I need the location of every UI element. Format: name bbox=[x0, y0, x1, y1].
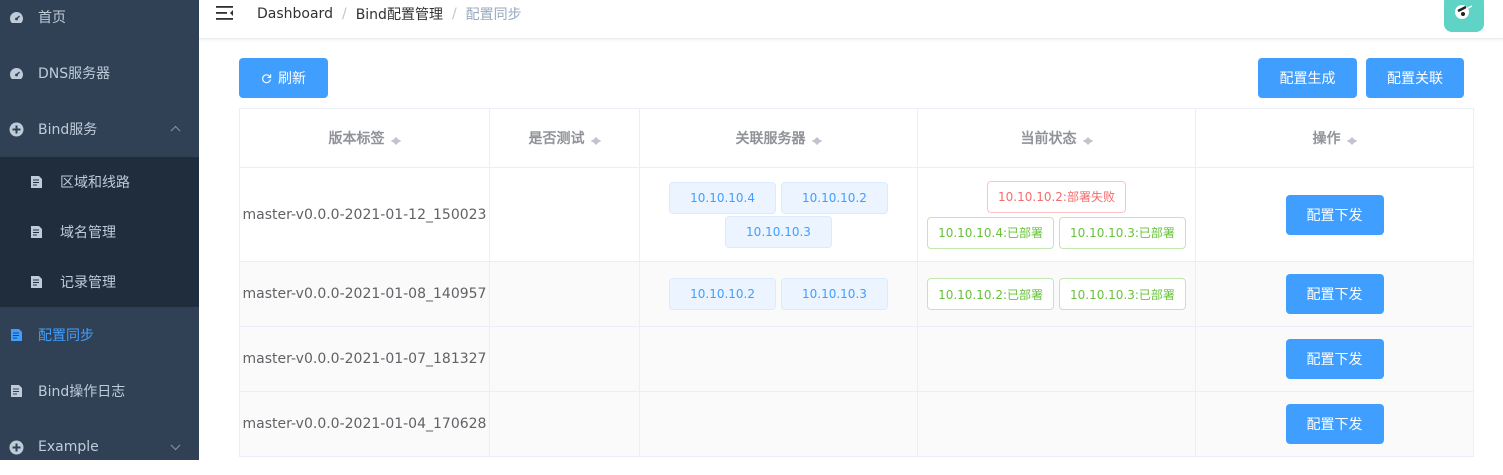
document-icon bbox=[8, 383, 24, 399]
server-tag: 10.10.10.4 bbox=[669, 181, 776, 214]
table-row: master-v0.0.0-2021-01-07_181327 配置下发 bbox=[240, 327, 1474, 392]
column-header-status[interactable]: 当前状态 bbox=[918, 109, 1196, 167]
sidebar-item-record-management[interactable]: 记录管理 bbox=[0, 257, 199, 307]
sidebar-item-label: Example bbox=[38, 439, 99, 455]
refresh-label: 刷新 bbox=[278, 71, 306, 87]
sidebar-item-zones-lines[interactable]: 区域和线路 bbox=[0, 157, 199, 207]
table-header: 版本标签 是否测试 关联服务器 当前状态 操作 bbox=[240, 109, 1474, 168]
sort-icon[interactable] bbox=[1082, 132, 1093, 146]
document-icon bbox=[28, 174, 44, 190]
deploy-config-button[interactable]: 配置下发 bbox=[1285, 404, 1384, 444]
breadcrumb-item[interactable]: Dashboard bbox=[257, 6, 333, 22]
chevron-down-icon bbox=[170, 440, 181, 451]
document-icon bbox=[8, 327, 24, 343]
sidebar-item-label: 域名管理 bbox=[60, 225, 116, 241]
link-config-button[interactable]: 配置关联 bbox=[1366, 58, 1464, 98]
refresh-button[interactable]: 刷新 bbox=[239, 58, 328, 98]
navbar: Dashboard / Bind配置管理 / 配置同步 bbox=[199, 0, 1503, 39]
hamburger-icon[interactable] bbox=[216, 6, 233, 20]
refresh-icon bbox=[262, 73, 272, 83]
version-cell: master-v0.0.0-2021-01-04_170628 bbox=[240, 392, 490, 456]
status-tag-deployed: 10.10.10.4:已部署 bbox=[927, 216, 1054, 249]
column-header-test[interactable]: 是否测试 bbox=[490, 109, 640, 167]
test-cell bbox=[490, 327, 640, 391]
bind-icon bbox=[8, 121, 24, 137]
sidebar-item-label: 记录管理 bbox=[60, 275, 116, 291]
sidebar-item-bind-service[interactable]: Bind服务 bbox=[0, 101, 199, 157]
status-tag-deployed: 10.10.10.3:已部署 bbox=[1059, 216, 1186, 249]
test-cell bbox=[490, 262, 640, 326]
server-tag: 10.10.10.3 bbox=[781, 278, 888, 310]
table-row: master-v0.0.0-2021-01-12_150023 10.10.10… bbox=[240, 168, 1474, 262]
version-cell: master-v0.0.0-2021-01-07_181327 bbox=[240, 327, 490, 391]
breadcrumb-item-current: 配置同步 bbox=[465, 7, 522, 23]
status-tag-failed: 10.10.10.2:部署失败 bbox=[987, 180, 1126, 213]
sort-icon[interactable] bbox=[811, 132, 822, 146]
test-cell bbox=[490, 392, 640, 456]
status-tag-deployed: 10.10.10.2:已部署 bbox=[927, 278, 1054, 310]
deploy-config-button[interactable]: 配置下发 bbox=[1285, 339, 1384, 379]
column-header-version[interactable]: 版本标签 bbox=[240, 109, 490, 167]
avatar[interactable] bbox=[1444, 0, 1484, 32]
test-cell bbox=[490, 168, 640, 261]
sidebar-item-bind-logs[interactable]: Bind操作日志 bbox=[0, 363, 199, 419]
table-row: master-v0.0.0-2021-01-04_170628 配置下发 bbox=[240, 392, 1474, 457]
sidebar: 首页 DNS服务器 Bind服务 区域和线路 域名管理 记录管理 配置同步 Bi… bbox=[0, 0, 199, 460]
config-table: 版本标签 是否测试 关联服务器 当前状态 操作 master-v0.0.0-20… bbox=[239, 108, 1474, 457]
sidebar-item-config-sync[interactable]: 配置同步 bbox=[0, 307, 199, 363]
sort-icon[interactable] bbox=[390, 132, 401, 146]
document-icon bbox=[28, 224, 44, 240]
column-header-servers[interactable]: 关联服务器 bbox=[640, 109, 918, 167]
document-icon bbox=[28, 274, 44, 290]
sidebar-item-home[interactable]: 首页 bbox=[0, 0, 199, 45]
status-tag-deployed: 10.10.10.3:已部署 bbox=[1059, 278, 1186, 310]
version-cell: master-v0.0.0-2021-01-12_150023 bbox=[240, 168, 490, 261]
sidebar-item-label: Bind服务 bbox=[38, 122, 98, 138]
sort-icon[interactable] bbox=[1346, 132, 1357, 146]
sort-icon[interactable] bbox=[590, 132, 601, 146]
sidebar-item-label: DNS服务器 bbox=[38, 66, 111, 82]
server-tag: 10.10.10.3 bbox=[725, 215, 832, 248]
breadcrumb-item[interactable]: Bind配置管理 bbox=[356, 4, 443, 24]
column-header-actions[interactable]: 操作 bbox=[1196, 109, 1474, 167]
dashboard-icon bbox=[8, 9, 24, 25]
deploy-config-button[interactable]: 配置下发 bbox=[1285, 194, 1384, 235]
sidebar-item-label: 配置同步 bbox=[38, 328, 94, 344]
sidebar-item-label: Bind操作日志 bbox=[38, 384, 126, 400]
sidebar-item-label: 首页 bbox=[38, 10, 66, 26]
example-icon bbox=[8, 439, 24, 455]
breadcrumb: Dashboard / Bind配置管理 / 配置同步 bbox=[257, 4, 522, 24]
dashboard-icon bbox=[8, 65, 24, 81]
chevron-up-icon bbox=[170, 125, 181, 136]
sidebar-item-domain-management[interactable]: 域名管理 bbox=[0, 207, 199, 257]
sidebar-item-example[interactable]: Example bbox=[0, 419, 199, 475]
server-tag: 10.10.10.2 bbox=[669, 278, 776, 310]
sidebar-item-dns-servers[interactable]: DNS服务器 bbox=[0, 45, 199, 101]
generate-config-button[interactable]: 配置生成 bbox=[1258, 58, 1357, 98]
server-tag: 10.10.10.2 bbox=[781, 181, 888, 214]
deploy-config-button[interactable]: 配置下发 bbox=[1285, 274, 1384, 314]
version-cell: master-v0.0.0-2021-01-08_140957 bbox=[240, 262, 490, 326]
table-row: master-v0.0.0-2021-01-08_140957 10.10.10… bbox=[240, 262, 1474, 327]
sidebar-item-label: 区域和线路 bbox=[60, 175, 130, 191]
